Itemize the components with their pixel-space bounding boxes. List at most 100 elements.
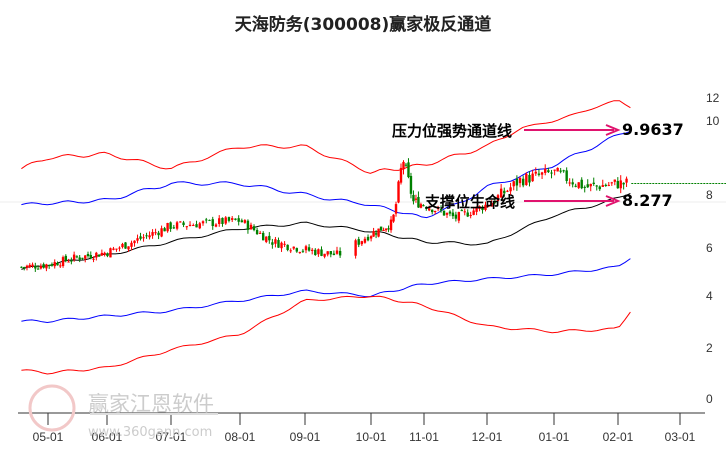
candle-body [451,212,455,217]
candle-body [589,183,592,187]
candle-body [292,246,295,249]
candle-body [127,246,130,250]
candle-body [208,219,211,221]
x-tick-label: 01-01 [539,430,570,444]
candle-body [598,186,601,190]
candle-body [454,214,458,219]
candle-body [227,217,231,221]
x-tick-label: 08-01 [225,430,256,444]
y-tick-label: 0 [706,392,713,406]
candle-body [407,162,410,178]
x-tick-label: 05-01 [33,430,64,444]
candle-body [249,224,253,230]
candle-body [78,257,81,260]
candle-body [457,212,461,221]
candle-body [23,267,26,269]
candle-body [115,248,118,250]
candle-body [377,228,380,237]
candle-body [384,228,388,231]
candle-body [310,249,314,251]
candle-body [389,219,393,231]
candle-body [31,264,34,267]
candle-body [28,264,31,268]
candle-body [402,161,405,170]
band-upper-red [21,100,631,174]
candle-body [145,235,148,237]
candle-body [550,172,553,174]
candle-body [568,182,571,184]
candle-body [81,257,84,259]
candle-body [133,240,136,244]
x-tick-label: 10-01 [356,430,387,444]
candle-body [314,249,317,255]
candle-body [160,228,163,237]
candle-body [354,240,357,256]
candle-body [72,254,76,260]
candle-body [234,218,237,220]
candle-body [205,219,208,221]
candle-body [525,173,528,185]
candle-body [397,181,400,203]
candle-body [534,171,537,174]
candle-body [512,181,515,187]
candle-body [586,184,589,188]
candle-body [89,255,92,259]
candle-body [298,252,302,254]
candle-body [154,232,157,234]
candle-body [286,244,289,250]
candle-body [417,196,420,208]
candle-body [625,178,628,183]
candle-body [304,246,308,251]
candle-body [445,213,449,215]
candle-body [258,232,262,234]
candle-body [265,236,268,242]
candle-body [95,252,98,258]
candle-body [469,215,472,217]
candle-body [53,262,56,267]
candle-body [521,178,525,186]
candle-body [86,253,90,257]
candle-body [537,173,541,175]
candle-body [36,268,40,270]
candle-body [338,250,342,256]
candle-body [268,235,271,241]
candle-body [382,230,385,232]
candle-body [329,251,333,255]
candle-body [394,204,398,214]
candle-body [357,239,360,245]
candle-body [34,266,37,269]
candle-body [559,170,562,172]
candle-body [556,167,559,172]
candle-body [20,266,23,268]
candle-body [412,194,415,202]
candle-body [577,182,580,188]
candle-body [414,198,418,200]
candle-body [240,220,244,223]
candle-body [214,224,218,227]
candle-body [515,178,519,186]
candle-body [274,239,277,244]
candle-body [136,238,139,241]
candle-body [592,182,595,184]
candle-body [553,169,556,171]
candle-body [109,248,112,258]
x-tick-label: 03-01 [665,430,696,444]
candle-body [195,224,198,228]
candle-body [562,170,565,172]
candle-body [50,264,54,266]
candle-body [218,218,221,224]
candle-body [320,249,323,256]
chart-container: 天海防务(300008)赢家极反通道 12 10 8 6 4 2 0 05-01 06-01 07… [0,0,726,450]
candle-body [399,167,403,183]
candle-body [363,238,367,243]
support-label: 支撑位生命线 [425,193,516,211]
band-lower-blue [21,258,631,324]
candle-body [607,184,610,186]
candle-body [121,243,124,248]
candle-body [280,242,283,249]
y-tick-label: 4 [706,289,713,303]
x-tick-label: 09-01 [290,430,321,444]
candle-body [100,252,104,256]
candle-body [166,222,169,232]
candle-body [317,249,320,255]
